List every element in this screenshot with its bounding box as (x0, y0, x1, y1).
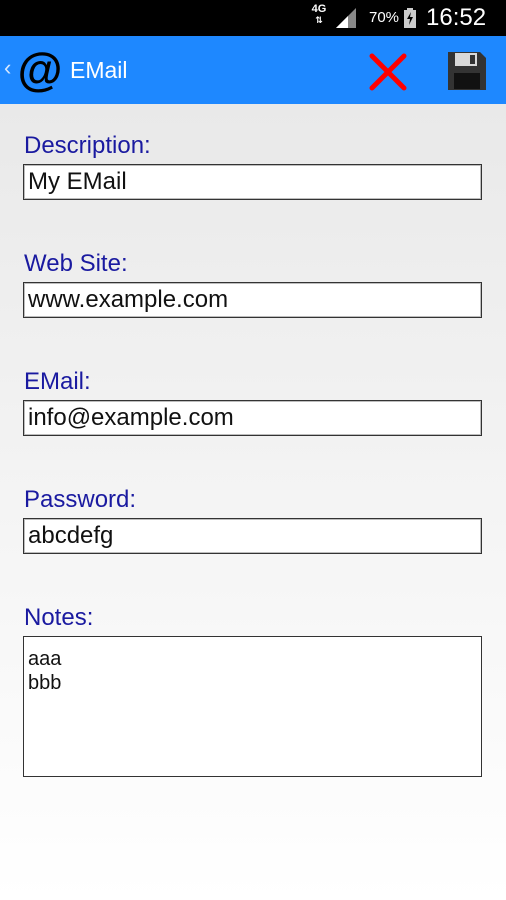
page-title: EMail (70, 57, 128, 83)
description-input[interactable] (23, 164, 482, 200)
password-input[interactable] (23, 518, 482, 554)
signal-icon (336, 8, 356, 28)
floppy-disk-icon (448, 52, 486, 90)
website-input[interactable] (23, 282, 482, 318)
email-at-logo-icon[interactable]: @ (16, 44, 64, 94)
close-button[interactable] (366, 50, 410, 94)
close-icon (369, 53, 407, 91)
clock: 16:52 (426, 4, 487, 31)
save-button[interactable] (444, 48, 488, 92)
network-indicator: 4G ⇅ (311, 3, 327, 26)
status-bar: 4G ⇅ 70% 16:52 (0, 0, 506, 36)
email-input[interactable] (23, 400, 482, 436)
notes-label: Notes: (24, 604, 94, 631)
back-chevron-icon[interactable]: ‹ (4, 56, 11, 80)
network-activity: ⇅ (315, 15, 323, 25)
network-type: 4G (311, 3, 327, 15)
app-bar: ‹ @ EMail (0, 36, 506, 104)
battery-percent: 70% (369, 9, 400, 26)
password-label: Password: (24, 486, 137, 513)
website-label: Web Site: (24, 250, 128, 277)
battery-charging-icon (404, 8, 416, 28)
notes-textarea[interactable]: aaa bbb (23, 636, 482, 777)
email-label: EMail: (24, 368, 91, 395)
description-label: Description: (24, 132, 151, 159)
